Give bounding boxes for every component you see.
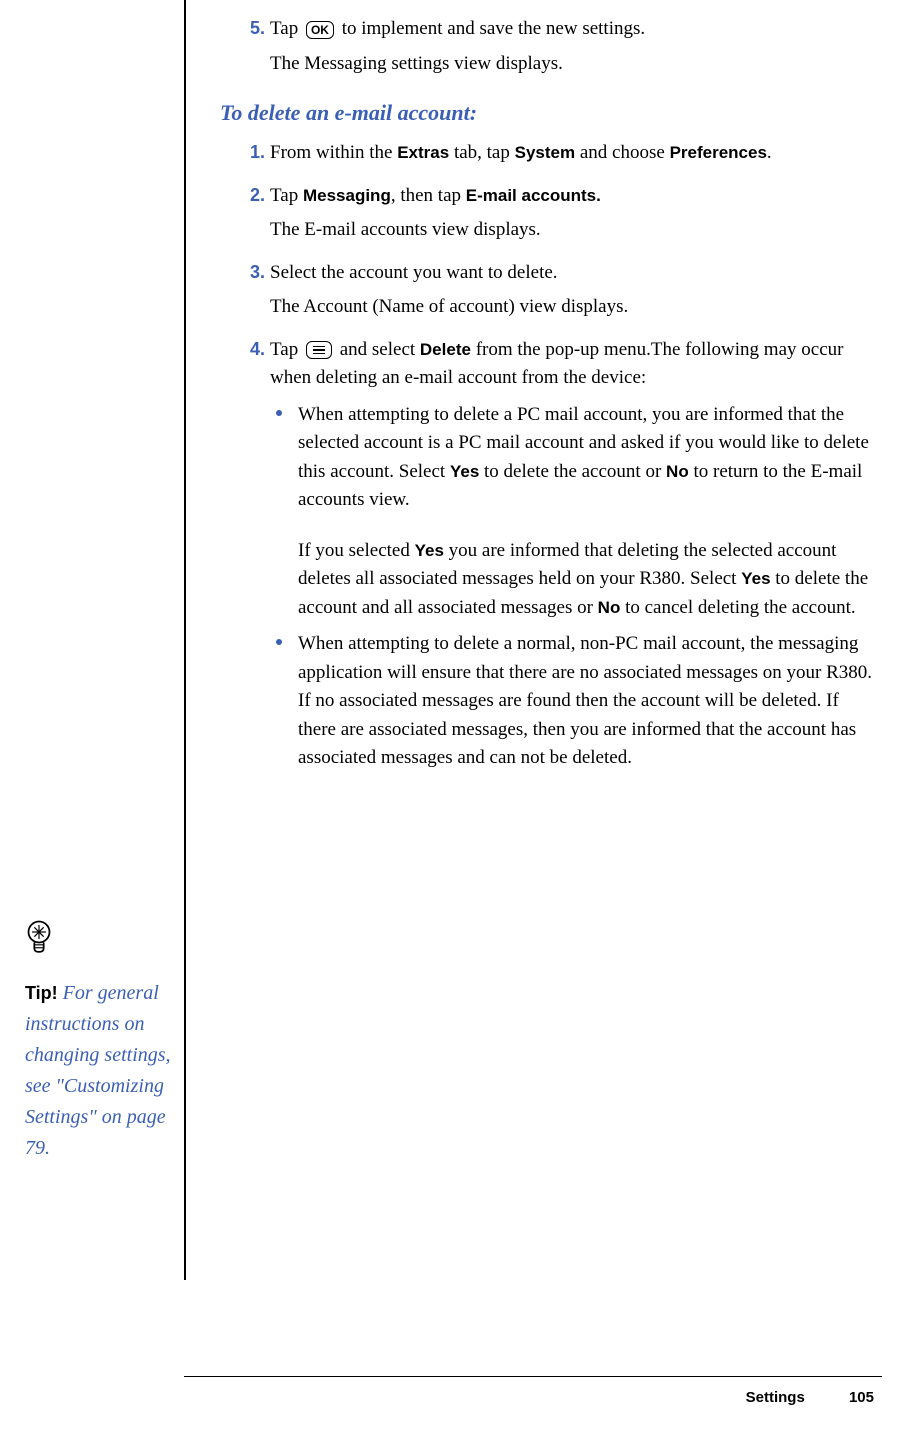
step-text: .: [767, 142, 772, 163]
bullet-icon: [276, 410, 282, 416]
lightbulb-icon: [25, 920, 175, 968]
ui-label: No: [666, 462, 689, 481]
bullet-icon: [276, 639, 282, 645]
step-text: Tap: [270, 339, 303, 360]
step-followup: The Account (Name of account) view displ…: [270, 293, 880, 322]
step-1: 1. From within the Extras tab, tap Syste…: [220, 139, 880, 168]
ok-icon: OK: [306, 21, 334, 39]
bullet-text: When attempting to delete a normal, non-…: [298, 633, 872, 768]
footer-section: Settings: [746, 1389, 805, 1406]
footer-page-number: 105: [849, 1389, 874, 1406]
main-content: 5. Tap OK to implement and save the new …: [220, 15, 880, 787]
sidebar-tip: Tip! For general instructions on changin…: [25, 920, 175, 1164]
step-2: 2. Tap Messaging, then tap E-mail accoun…: [220, 182, 880, 245]
step-text: Select the account you want to delete.: [270, 262, 558, 283]
step-number: 1.: [250, 139, 265, 166]
bullet-text: to cancel deleting the account.: [620, 597, 855, 618]
step-5: 5. Tap OK to implement and save the new …: [220, 15, 880, 78]
ui-label: Yes: [450, 462, 479, 481]
step-text: tab, tap: [449, 142, 514, 163]
ui-label: System: [515, 143, 575, 162]
tip-block: Tip! For general instructions on changin…: [25, 978, 175, 1164]
step-text: From within the: [270, 142, 397, 163]
bullet-list: When attempting to delete a PC mail acco…: [270, 401, 880, 773]
bullet-text: to delete the account or: [479, 461, 666, 482]
step-text: Tap: [270, 185, 303, 206]
step-text: and choose: [575, 142, 669, 163]
ui-label: Extras: [397, 143, 449, 162]
step-followup: The Messaging settings view displays.: [270, 50, 880, 79]
step-4: 4. Tap and select Delete from the pop-up…: [220, 336, 880, 773]
page-footer: Settings 105: [746, 1387, 874, 1410]
step-text: Tap: [270, 18, 303, 39]
tip-label: Tip!: [25, 983, 58, 1003]
menu-icon: [306, 341, 332, 359]
step-text: , then tap: [391, 185, 466, 206]
ui-label: Messaging: [303, 186, 391, 205]
ui-label: Delete: [420, 340, 471, 359]
step-number: 4.: [250, 336, 265, 363]
step-3: 3. Select the account you want to delete…: [220, 259, 880, 322]
step-text: and select: [335, 339, 420, 360]
ui-label: Yes: [741, 569, 770, 588]
ui-label: No: [598, 598, 621, 617]
tip-text: For general instructions on changing set…: [25, 982, 171, 1159]
ui-label: Yes: [415, 541, 444, 560]
step-number: 3.: [250, 259, 265, 286]
footer-rule: [184, 1376, 882, 1377]
step-followup: The E-mail accounts view displays.: [270, 216, 880, 245]
section-heading: To delete an e-mail account:: [220, 96, 880, 129]
bullet-text: If you selected: [298, 540, 415, 561]
step-number: 5.: [250, 15, 265, 42]
vertical-divider: [184, 0, 186, 1280]
ui-label: E-mail accounts.: [466, 186, 601, 205]
step-number: 2.: [250, 182, 265, 209]
list-item: When attempting to delete a normal, non-…: [270, 630, 880, 773]
step-text: to implement and save the new settings.: [337, 18, 645, 39]
ui-label: Preferences: [670, 143, 767, 162]
list-item: When attempting to delete a PC mail acco…: [270, 401, 880, 623]
